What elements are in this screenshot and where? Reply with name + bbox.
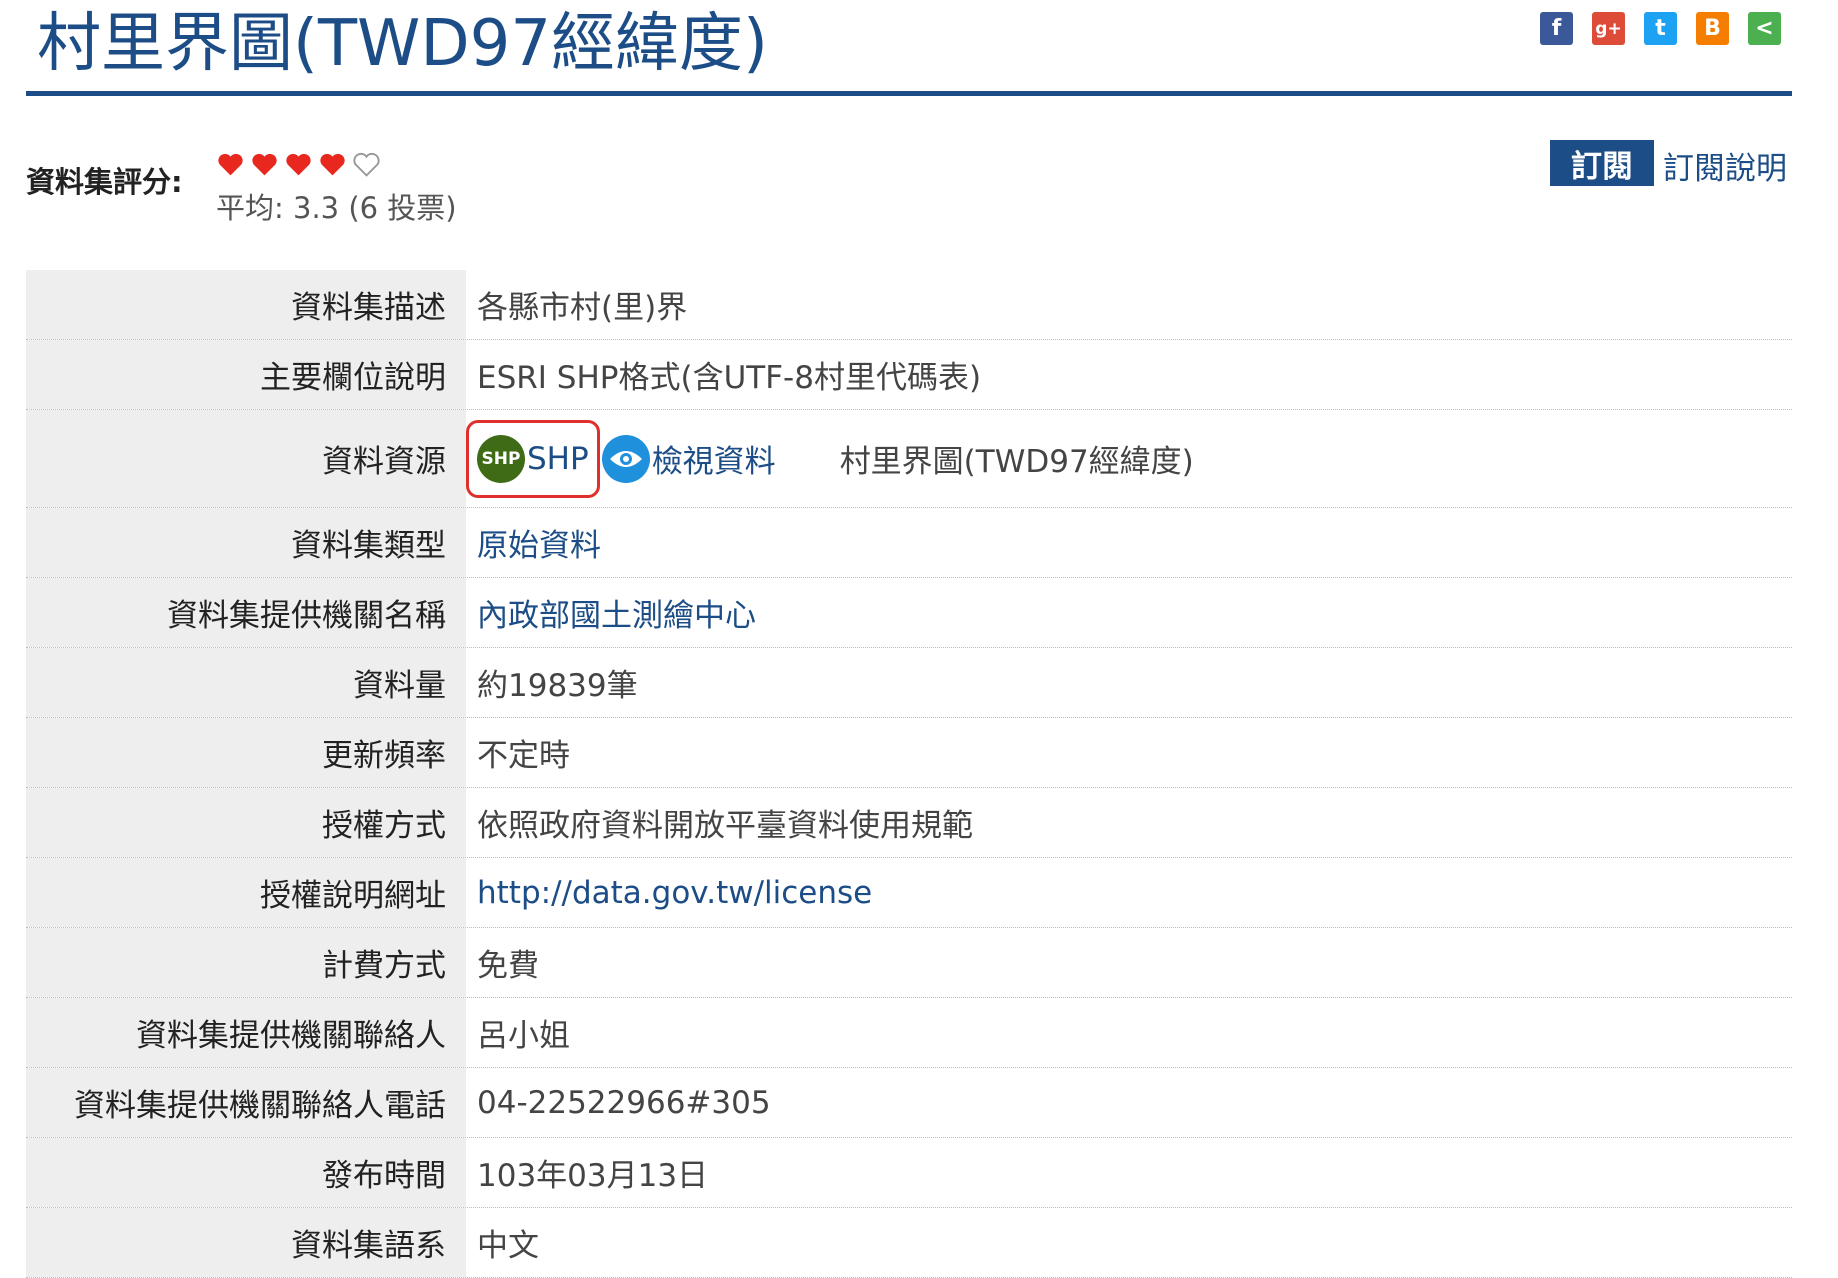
dataset-type-link[interactable]: 原始資料 — [466, 508, 1792, 577]
detail-value: ESRI SHP格式(含UTF-8村里代碼表) — [477, 360, 982, 396]
detail-key: 授權說明網址 — [26, 858, 466, 927]
detail-key: 授權方式 — [26, 788, 466, 857]
detail-value: 103年03月13日 — [477, 1158, 709, 1194]
shp-label: SHP — [527, 440, 589, 477]
detail-row-provider: 資料集提供機關名稱 內政部國土測繪中心 — [26, 578, 1792, 648]
detail-row-license: 授權方式 依照政府資料開放平臺資料使用規範 — [26, 788, 1792, 858]
detail-key: 資料集語系 — [26, 1208, 466, 1277]
detail-key: 資料集類型 — [26, 508, 466, 577]
heart-filled-icon[interactable] — [318, 150, 347, 179]
share-icon[interactable]: < — [1748, 12, 1781, 45]
detail-key: 資料資源 — [26, 410, 466, 507]
detail-row-frequency: 更新頻率 不定時 — [26, 718, 1792, 788]
subscribe-button[interactable]: 訂閱 — [1550, 140, 1654, 186]
view-data-link[interactable]: 檢視資料 — [652, 436, 776, 481]
detail-key: 發布時間 — [26, 1138, 466, 1207]
detail-row-type: 資料集類型 原始資料 — [26, 508, 1792, 578]
detail-key: 資料集提供機關名稱 — [26, 578, 466, 647]
detail-value: 依照政府資料開放平臺資料使用規範 — [477, 808, 973, 844]
provider-link[interactable]: 內政部國土測繪中心 — [466, 578, 1792, 647]
title-divider — [26, 91, 1792, 96]
page-title: 村里界圖(TWD97經緯度) — [37, 7, 769, 81]
detail-value: 免費 — [477, 948, 539, 984]
detail-key: 資料集描述 — [26, 270, 466, 339]
subscribe-help-link[interactable]: 訂閱說明 — [1663, 143, 1787, 188]
detail-value: SHP SHP 檢視資料 村里界圖(TWD97經緯度) — [466, 410, 1792, 507]
heart-filled-icon[interactable] — [284, 150, 313, 179]
detail-row-language: 資料集語系 中文 — [26, 1208, 1792, 1278]
resource-links: SHP SHP 檢視資料 村里界圖(TWD97經緯度) — [466, 419, 1194, 498]
shp-download-link[interactable]: SHP SHP — [466, 419, 600, 498]
detail-row-resource: 資料資源 SHP SHP 檢視資料 村里界圖(TWD97經緯度) — [26, 410, 1792, 508]
detail-key: 主要欄位說明 — [26, 340, 466, 409]
detail-value: 04-22522966#305 — [477, 1084, 771, 1121]
detail-value: 不定時 — [477, 738, 570, 774]
heart-empty-icon[interactable] — [352, 150, 381, 179]
rating-stars[interactable] — [216, 150, 381, 179]
detail-key: 計費方式 — [26, 928, 466, 997]
rating-label: 資料集評分: — [26, 165, 183, 199]
detail-key: 資料集提供機關聯絡人 — [26, 998, 466, 1067]
detail-row-description: 資料集描述 各縣市村(里)界 — [26, 270, 1792, 340]
detail-row-fields: 主要欄位說明 ESRI SHP格式(含UTF-8村里代碼表) — [26, 340, 1792, 410]
detail-value: 約19839筆 — [477, 668, 638, 704]
eye-icon[interactable] — [601, 434, 650, 483]
detail-row-published: 發布時間 103年03月13日 — [26, 1138, 1792, 1208]
heart-filled-icon[interactable] — [250, 150, 279, 179]
google-plus-icon[interactable]: g+ — [1592, 12, 1625, 45]
facebook-icon[interactable]: f — [1540, 12, 1573, 45]
detail-row-fee: 計費方式 免費 — [26, 928, 1792, 998]
detail-row-license-url: 授權說明網址 http://data.gov.tw/license — [26, 858, 1792, 928]
share-bar: f g+ t B < — [1540, 12, 1781, 45]
detail-row-contact: 資料集提供機關聯絡人 呂小姐 — [26, 998, 1792, 1068]
heart-filled-icon[interactable] — [216, 150, 245, 179]
detail-value: 各縣市村(里)界 — [477, 290, 688, 326]
detail-value: 呂小姐 — [477, 1018, 570, 1054]
twitter-icon[interactable]: t — [1644, 12, 1677, 45]
dataset-details-table: 資料集描述 各縣市村(里)界 主要欄位說明 ESRI SHP格式(含UTF-8村… — [26, 270, 1792, 1278]
detail-key: 資料集提供機關聯絡人電話 — [26, 1068, 466, 1137]
rating-average: 平均: 3.3 (6 投票) — [216, 191, 457, 225]
license-url-link[interactable]: http://data.gov.tw/license — [466, 858, 1792, 927]
detail-key: 更新頻率 — [26, 718, 466, 787]
blogger-icon[interactable]: B — [1696, 12, 1729, 45]
detail-row-count: 資料量 約19839筆 — [26, 648, 1792, 718]
shp-file-icon: SHP — [477, 434, 525, 483]
detail-row-phone: 資料集提供機關聯絡人電話 04-22522966#305 — [26, 1068, 1792, 1138]
resource-name: 村里界圖(TWD97經緯度) — [839, 444, 1194, 480]
detail-value: 中文 — [477, 1228, 539, 1264]
detail-key: 資料量 — [26, 648, 466, 717]
